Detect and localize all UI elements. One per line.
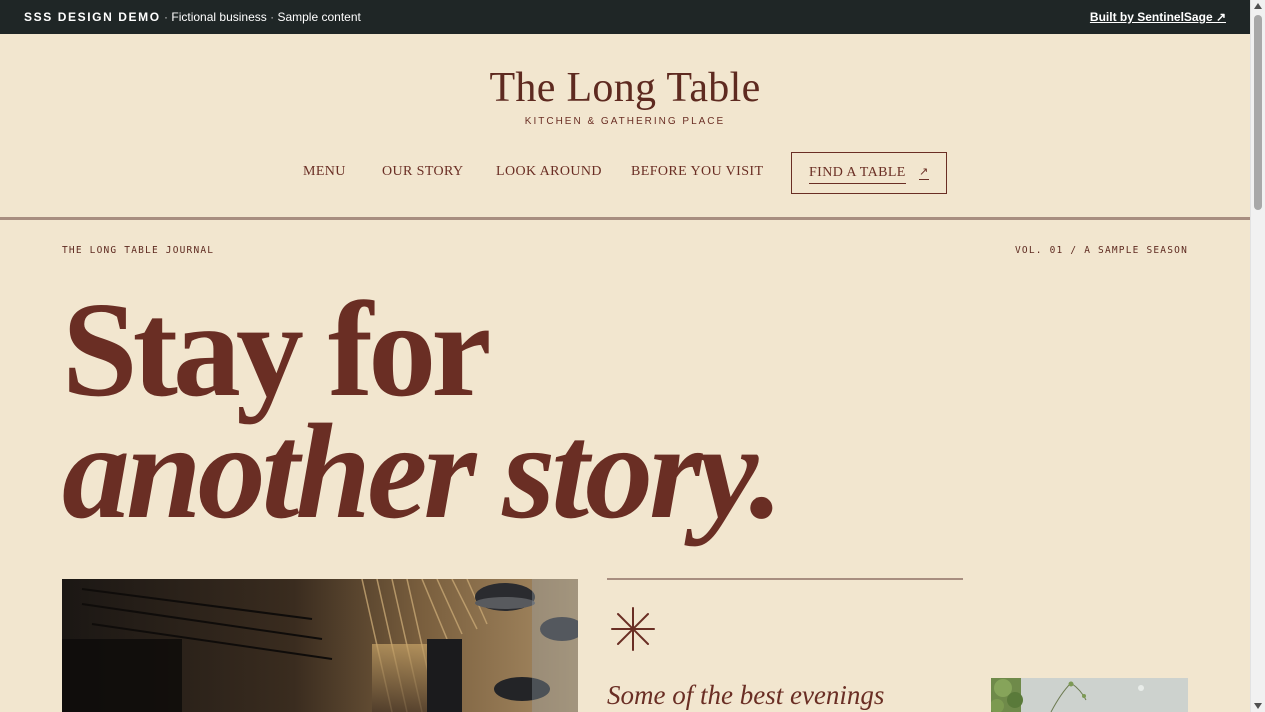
demo-banner-info: SSS DESIGN DEMO · Fictional business · S… — [24, 10, 361, 24]
find-a-table-label: FIND A TABLE — [809, 165, 906, 184]
evenings-subheading: Some of the best evenings — [607, 680, 885, 710]
demo-banner: SSS DESIGN DEMO · Fictional business · S… — [0, 0, 1250, 34]
journal-label: THE LONG TABLE JOURNAL — [62, 245, 215, 256]
scrollbar-thumb[interactable] — [1254, 15, 1262, 210]
banner-separator: · — [270, 10, 275, 24]
page-scrollbar[interactable] — [1250, 0, 1265, 712]
hero-headline-line2: another story. — [62, 397, 783, 547]
nav-our-story[interactable]: OUR STORY — [382, 164, 464, 180]
fictional-business-note: Fictional business — [171, 10, 267, 24]
restaurant-interior-photo — [62, 579, 578, 712]
scroll-down-arrow-icon[interactable] — [1254, 703, 1262, 709]
find-a-table-button[interactable]: FIND A TABLE ↗ — [791, 152, 947, 194]
banner-separator: · — [164, 10, 169, 24]
arrow-up-right-icon: ↗ — [919, 165, 929, 180]
nav-menu[interactable]: MENU — [303, 164, 346, 180]
site-logo[interactable]: The Long Table — [0, 64, 1250, 112]
demo-brand: SSS DESIGN DEMO — [24, 10, 161, 24]
volume-label: VOL. 01 / A SAMPLE SEASON — [1015, 245, 1188, 256]
built-by-link[interactable]: Built by SentinelSage ↗ — [1090, 10, 1226, 24]
nav-before-you-visit[interactable]: BEFORE YOU VISIT — [631, 164, 763, 180]
nav-look-around[interactable]: LOOK AROUND — [496, 164, 602, 180]
site-tagline: KITCHEN & GATHERING PLACE — [524, 116, 726, 127]
greenery-photo — [991, 678, 1188, 712]
site-header: The Long Table KITCHEN & GATHERING PLACE… — [0, 34, 1250, 220]
sample-content-note: Sample content — [277, 10, 361, 24]
asterisk-icon — [610, 606, 656, 657]
section-divider — [607, 578, 963, 580]
scroll-up-arrow-icon[interactable] — [1254, 3, 1262, 9]
